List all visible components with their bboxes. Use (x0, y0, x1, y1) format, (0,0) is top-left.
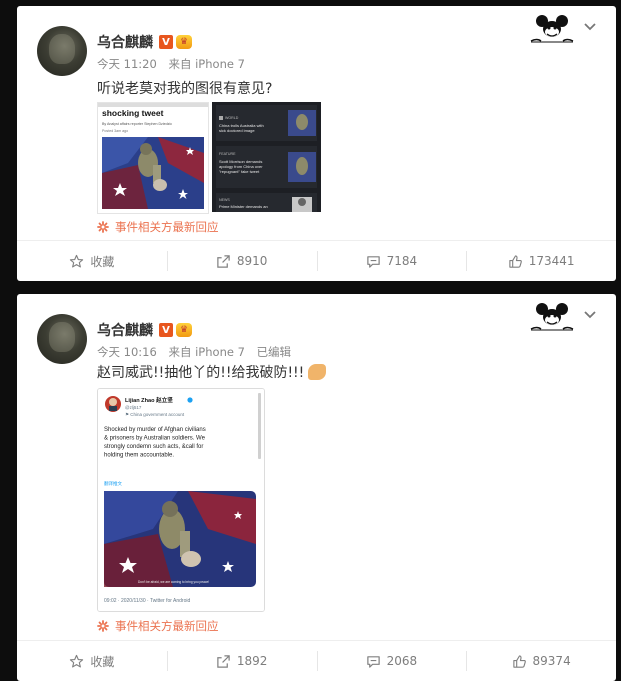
like-button[interactable]: 89374 (466, 641, 616, 681)
star-icon (70, 254, 84, 268)
repost-button[interactable]: 1892 (166, 641, 317, 681)
post-image-newslist[interactable]: WORLD China trolls Australia with sick d… (212, 102, 321, 212)
edited-label[interactable]: 已编辑 (257, 345, 292, 359)
image-caption: Don't be afraid, we are coming to bring … (138, 580, 209, 584)
weibo-post-2: 乌合麒麟 V ♛ 今天 10:16 来自 iPhone 7 已编辑 赵司威武!!… (17, 294, 616, 681)
like-icon (512, 654, 526, 668)
comment-icon (366, 255, 380, 268)
repost-icon (217, 654, 230, 668)
verified-icon: V (159, 35, 173, 49)
avatar[interactable] (37, 26, 87, 76)
mickey-decoration-icon (530, 303, 574, 331)
vip-crown-icon: ♛ (176, 35, 192, 49)
post-meta: 今天 11:20 来自 iPhone 7 (97, 56, 245, 72)
favorite-button[interactable]: 收藏 (17, 641, 167, 681)
repost-count: 1892 (236, 654, 268, 668)
svg-text:FEATURE: FEATURE (219, 152, 236, 156)
repost-button[interactable]: 8910 (166, 241, 317, 281)
chevron-down-icon[interactable] (583, 22, 597, 32)
author-name[interactable]: 乌合麒麟 (97, 32, 153, 52)
news-item-3: Prime Minister demands an (219, 204, 268, 209)
comment-icon (366, 655, 380, 668)
favorite-label: 收藏 (90, 654, 115, 669)
topic-label[interactable]: 事件相关方最新回应 (115, 219, 219, 235)
favorite-label: 收藏 (90, 254, 115, 269)
svg-text:WORLD: WORLD (225, 116, 239, 120)
post-time[interactable]: 今天 11:20 (97, 57, 157, 71)
like-count: 89374 (532, 654, 571, 668)
weibo-post-1: 乌合麒麟 V ♛ 今天 11:20 来自 iPhone 7 听说老莫对我的图很有… (17, 6, 616, 281)
tweet-handle: @zlj517 (125, 405, 142, 410)
topic-link[interactable]: 事件相关方最新回应 (97, 618, 219, 634)
svg-text:Scott Morrison demands: Scott Morrison demands apology from Chin… (219, 159, 264, 174)
topic-link[interactable]: 事件相关方最新回应 (97, 219, 219, 235)
favorite-button[interactable]: 收藏 (17, 241, 167, 281)
post-time[interactable]: 今天 10:16 (97, 345, 157, 359)
post-image-tweet[interactable]: Lijian Zhao 赵立坚 @zlj517 ⚑ China governme… (97, 388, 265, 612)
article-posted: Posted 3am ago (102, 129, 128, 133)
burst-icon (97, 620, 109, 632)
post-image-article[interactable]: shocking tweet By Analyst affairs report… (97, 102, 209, 214)
like-icon (509, 254, 522, 268)
post-source: 来自 iPhone 7 (168, 57, 245, 71)
comment-button[interactable]: 2068 (316, 641, 467, 681)
topic-label[interactable]: 事件相关方最新回应 (115, 618, 219, 634)
tweet-footer: 09:02 · 2020/11/30 · Twitter for Android (104, 598, 190, 604)
tweet-account-label: China government account (130, 412, 185, 417)
post-source: 来自 iPhone 7 (168, 345, 245, 359)
burst-icon (97, 221, 109, 233)
article-byline: By Analyst affairs reporter Stephen Dzie… (102, 122, 172, 126)
vip-crown-icon: ♛ (176, 323, 192, 337)
comment-button[interactable]: 7184 (316, 241, 467, 281)
post-text: 听说老莫对我的图很有意见? (97, 81, 273, 97)
like-count: 173441 (528, 254, 575, 268)
author-row: 乌合麒麟 V ♛ (97, 320, 192, 340)
post-meta: 今天 10:16 来自 iPhone 7 已编辑 (97, 344, 291, 360)
star-icon (70, 654, 84, 668)
author-name[interactable]: 乌合麒麟 (97, 320, 153, 340)
comment-count: 7184 (386, 254, 418, 268)
svg-text:⚑ China government account: ⚑ China government account (125, 412, 185, 417)
article-headline: shocking tweet (102, 108, 164, 118)
verified-icon: V (159, 323, 173, 337)
mickey-decoration-icon (530, 15, 574, 43)
action-bar: 收藏 8910 7184 173441 (17, 240, 616, 281)
post-text: 赵司威武!!抽他丫的!!给我破防!!! (97, 362, 327, 382)
avatar[interactable] (37, 314, 87, 364)
like-button[interactable]: 173441 (466, 241, 616, 281)
repost-count: 8910 (236, 254, 268, 268)
svg-text:NEWS: NEWS (219, 198, 230, 202)
comment-count: 2068 (386, 654, 418, 668)
author-row: 乌合麒麟 V ♛ (97, 32, 192, 52)
flex-arm-icon (308, 364, 327, 380)
chevron-down-icon[interactable] (583, 310, 597, 320)
action-bar: 收藏 1892 2068 89374 (17, 640, 616, 681)
repost-icon (217, 254, 230, 268)
translate-link: 翻译推文 (104, 480, 122, 487)
tweet-author: Lijian Zhao 赵立坚 (125, 396, 173, 404)
